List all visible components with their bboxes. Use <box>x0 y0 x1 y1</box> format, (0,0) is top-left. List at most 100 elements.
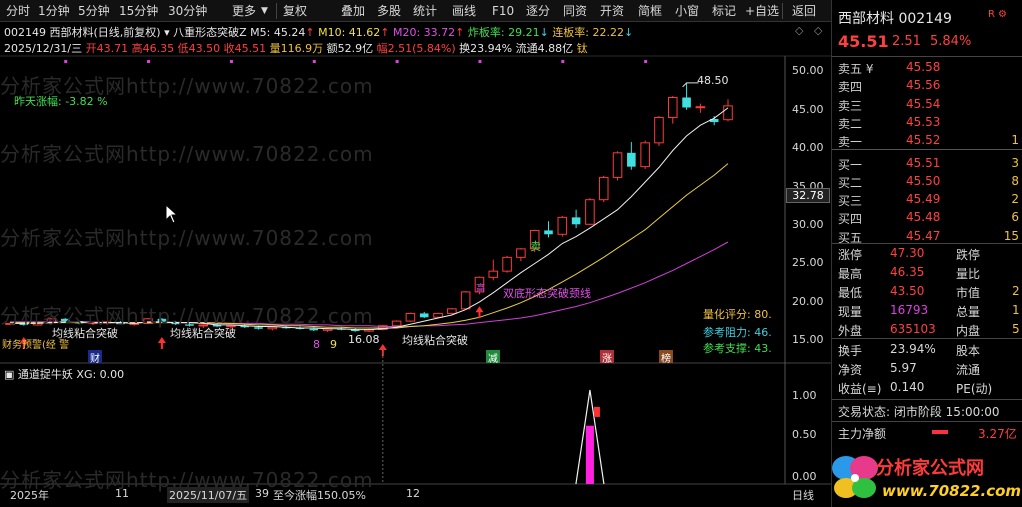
candle-body <box>667 96 678 118</box>
logo-title: 分析家公式网 <box>876 458 984 479</box>
level-label: 卖一 <box>838 135 863 150</box>
cursor-date: 2025/11/07/五 <box>167 487 250 503</box>
level-label: 买一 <box>838 157 863 172</box>
period-label[interactable]: 日线 <box>792 487 814 503</box>
bid-row[interactable]: 买五 45.47 15 <box>832 229 1022 248</box>
date-year: 2025年 <box>10 489 49 502</box>
sell-signal: 卖 <box>530 240 541 253</box>
signal-dot <box>395 60 399 63</box>
quote-panel: 西部材料 002149 R ⚙ 45.51 2.51 5.84% 卖五 ¥ 45.… <box>831 0 1022 507</box>
bid-row[interactable]: 买三 45.49 2 <box>832 192 1022 211</box>
candle-body <box>419 313 429 318</box>
cursor-bars: 39 <box>255 487 269 500</box>
date-axis: 2025年 11 2025/11/07/五 39 至今涨幅150.05% 12 … <box>0 485 831 507</box>
candle-body <box>627 152 636 167</box>
quote-stock-name: 西部材料 002149 <box>838 11 952 27</box>
ma-glue-3: 均线粘合突破 <box>402 334 468 347</box>
main-net-bar <box>932 430 948 434</box>
candle-body <box>516 248 526 258</box>
stat-row: 收益(≡) 0.140 PE(动) <box>838 380 993 396</box>
level-price: 45.51 <box>906 155 941 170</box>
indicator-bar <box>585 425 594 484</box>
candle-body <box>502 256 512 272</box>
level-label: 卖四 <box>838 80 863 95</box>
ask-row[interactable]: 卖二 45.53 <box>832 115 1022 134</box>
level-price: 45.50 <box>906 173 941 188</box>
candle-body <box>640 142 650 168</box>
price-tick: 45.00 <box>792 102 824 116</box>
level-volume: 8 <box>1011 173 1019 188</box>
ind-tick-2: 0.50 <box>792 428 817 441</box>
peak-label: 48.50 <box>697 74 729 87</box>
main-net-value: 3.27亿 <box>978 427 1017 441</box>
signal-dot <box>312 60 316 63</box>
stat-row: 涨停 47.30 跌停 <box>838 246 981 262</box>
buy-arrow-icon <box>378 344 387 357</box>
candle-body <box>557 216 568 235</box>
candle-body <box>695 106 706 109</box>
ask-row[interactable]: 卖四 45.56 <box>832 78 1022 97</box>
gear-icon[interactable]: ⚙ <box>998 9 1007 20</box>
level-price: 45.53 <box>906 114 941 129</box>
event-zhang[interactable]: 涨 <box>600 350 614 365</box>
low-label: 16.08 <box>348 333 380 346</box>
site-logo: 分析家公式网 www.70822.com <box>832 448 1022 507</box>
candle-body <box>433 312 443 318</box>
gear-icon[interactable]: ▣ <box>4 368 14 381</box>
watermark-2: 分析家公式网http://www.70822.com <box>0 142 374 166</box>
ind-tick-1: 1.00 <box>792 389 817 402</box>
candle-body <box>585 199 595 225</box>
level-label: 买三 <box>838 194 863 209</box>
event-jian[interactable]: 减 <box>486 350 500 365</box>
bid-row[interactable]: 买四 45.48 6 <box>832 210 1022 229</box>
candle-body <box>405 312 416 322</box>
resistance: 参考阻力: 46. <box>703 326 772 339</box>
level-volume: 2 <box>1011 192 1019 207</box>
level-price: 45.48 <box>906 210 941 225</box>
logo-url: www.70822.com <box>882 482 1022 500</box>
signal-dot <box>478 60 482 63</box>
level-price: 45.56 <box>906 78 941 93</box>
trade-state: 交易状态: 闭市阶段 15:00:00 <box>838 405 1000 419</box>
ind-tick-3: 0.00 <box>792 470 817 483</box>
bid-row[interactable]: 买一 45.51 3 <box>832 156 1022 175</box>
stat-row: 最高 46.35 量比 <box>838 265 981 281</box>
ask-row[interactable]: 卖三 45.54 <box>832 97 1022 116</box>
indicator-xg: XG: 0.00 <box>76 368 125 381</box>
signal-dot <box>561 60 565 63</box>
price-tick: 50.00 <box>792 64 824 78</box>
price-tick: 15.00 <box>792 333 824 347</box>
candle-body <box>682 97 691 108</box>
level-volume: 15 <box>1003 228 1019 243</box>
signal-dot <box>147 60 151 63</box>
event-cai[interactable]: 财 <box>88 350 102 365</box>
quote-change: 2.51 <box>892 34 921 49</box>
signal-8: 8 <box>313 338 320 351</box>
date-month-11: 11 <box>115 487 129 500</box>
level-volume: 3 <box>1011 155 1019 170</box>
level-price: 45.52 <box>906 133 941 148</box>
ask-row[interactable]: 卖五 ¥ 45.58 <box>832 60 1022 79</box>
risk-warning: 财务预警(经 警 <box>2 340 70 351</box>
level-label: 卖五 ¥ <box>838 62 874 76</box>
indicator-title[interactable]: 通道捉牛妖 <box>18 368 73 381</box>
level-price: 45.58 <box>906 60 941 74</box>
watermark-3: 分析家公式网http://www.70822.com <box>0 226 374 250</box>
cursor-gain: 至今涨幅150.05% <box>273 489 366 502</box>
quant-score: 量化评分: 80. <box>703 308 772 321</box>
bid-row[interactable]: 买二 45.50 8 <box>832 174 1022 193</box>
quote-price: 45.51 <box>838 32 889 51</box>
double-bottom-label: 双底形态突破颈线 <box>503 287 591 300</box>
level-label: 卖三 <box>838 98 863 113</box>
price-tick: 40.00 <box>792 141 824 155</box>
buy-arrow-icon <box>157 336 166 349</box>
signal-gao: 高 <box>476 284 486 294</box>
signal-dot <box>64 60 68 63</box>
yesterday-change: 昨天涨幅: -3.82 % <box>14 95 108 108</box>
level-label: 买四 <box>838 212 863 227</box>
event-bang[interactable]: 榜 <box>659 350 673 365</box>
stat-row: 换手 23.94% 股本 <box>838 342 981 358</box>
candle-body <box>544 230 553 235</box>
price-tick: 30.00 <box>792 218 824 232</box>
main-net-label: 主力净额 <box>838 427 887 441</box>
